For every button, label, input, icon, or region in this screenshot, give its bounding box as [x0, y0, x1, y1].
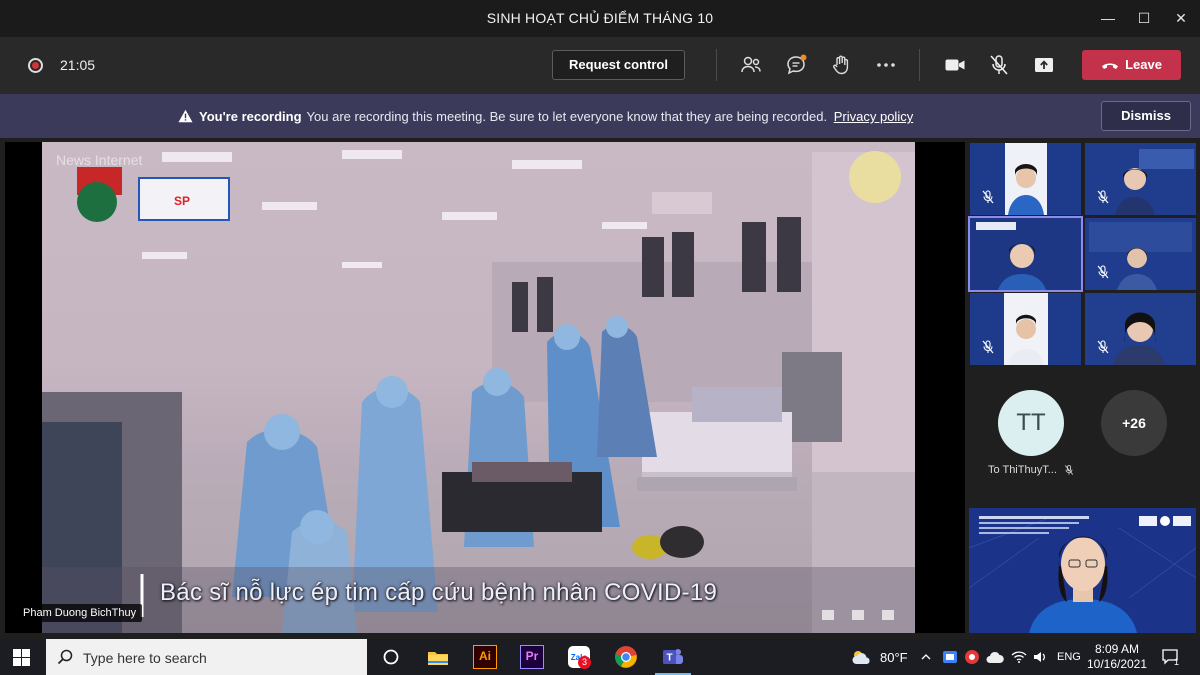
taskbar-search-box[interactable]: Type here to search — [46, 639, 367, 675]
windows-start-icon[interactable] — [13, 649, 30, 666]
request-control-button[interactable]: Request control — [552, 50, 685, 80]
mic-muted-icon[interactable] — [987, 53, 1011, 77]
teams-icon[interactable]: T — [661, 645, 685, 669]
participant-video — [970, 218, 1081, 290]
mic-muted-icon — [1097, 190, 1109, 204]
title-bar: SINH HOẠT CHỦ ĐIỂM THÁNG 10 — ☐ ✕ — [0, 0, 1200, 37]
mic-muted-icon — [1097, 265, 1109, 279]
meeting-toolbar: 21:05 Request control Leave — [0, 37, 1200, 94]
phone-hangup-icon — [1102, 63, 1119, 69]
volume-icon[interactable] — [1032, 649, 1048, 665]
tray-vpn-icon[interactable] — [964, 649, 980, 665]
share-screen-icon[interactable] — [1032, 53, 1056, 77]
input-language[interactable]: ENG — [1057, 651, 1081, 663]
participant-tile[interactable] — [970, 293, 1081, 365]
clock-time: 8:09 AM — [1094, 642, 1140, 656]
onedrive-icon[interactable] — [986, 650, 1004, 664]
hospital-scene-image: SP — [42, 142, 915, 633]
participant-avatar[interactable]: TT — [998, 390, 1064, 456]
tray-app-icon[interactable] — [942, 649, 958, 665]
participant-name-label: To ThiThuyT... — [988, 464, 1057, 476]
dismiss-button[interactable]: Dismiss — [1101, 101, 1191, 131]
participant-tile[interactable] — [1085, 218, 1196, 290]
participants-icon[interactable] — [739, 53, 763, 77]
participant-name: To ThiThuyT... — [988, 464, 1075, 476]
maximize-button[interactable]: ☐ — [1131, 6, 1157, 30]
task-view-icon[interactable] — [379, 645, 403, 669]
chrome-icon[interactable] — [614, 645, 638, 669]
mic-muted-icon — [1064, 465, 1073, 475]
participant-tile[interactable] — [1085, 143, 1196, 215]
wifi-icon[interactable] — [1011, 649, 1027, 665]
windows-taskbar: Type here to search Ai Pr Zalo 3 T 80°F … — [0, 639, 1200, 675]
self-view-video — [969, 508, 1196, 633]
leave-button[interactable]: Leave — [1082, 50, 1181, 80]
warning-icon — [178, 109, 193, 123]
svg-text:T: T — [666, 653, 672, 664]
leave-label: Leave — [1125, 57, 1162, 72]
recording-text: You are recording this meeting. Be sure … — [306, 109, 828, 124]
search-icon — [57, 649, 73, 665]
illustrator-icon[interactable]: Ai — [473, 645, 497, 669]
raise-hand-icon[interactable] — [829, 53, 853, 77]
meeting-timer: 21:05 — [60, 57, 96, 73]
more-participants-button[interactable]: +26 — [1101, 390, 1167, 456]
search-placeholder: Type here to search — [83, 650, 207, 666]
zalo-badge: 3 — [578, 656, 591, 669]
recording-banner: You're recording You are recording this m… — [0, 94, 1200, 138]
participant-tile[interactable] — [1085, 293, 1196, 365]
participant-tile[interactable] — [970, 143, 1081, 215]
premiere-icon[interactable]: Pr — [520, 645, 544, 669]
window-title: SINH HOẠT CHỦ ĐIỂM THÁNG 10 — [486, 10, 714, 26]
svg-text:SP: SP — [174, 194, 190, 208]
mic-muted-icon — [1097, 340, 1109, 354]
video-caption: Bác sĩ nỗ lực ép tim cấp cứu bệnh nhân C… — [160, 579, 718, 606]
recording-title: You're recording — [199, 109, 302, 124]
self-video — [969, 508, 1196, 633]
participant-tile-active[interactable] — [968, 216, 1083, 292]
notification-count: 1 — [1174, 657, 1180, 667]
more-icon[interactable] — [874, 53, 898, 77]
shared-video: SP News Internet Bác sĩ nỗ lực ép tim cấ… — [42, 142, 915, 633]
clock-date: 10/16/2021 — [1086, 657, 1148, 671]
chevron-up-icon[interactable] — [920, 651, 932, 663]
mic-muted-icon — [982, 340, 994, 354]
recording-icon — [28, 58, 43, 73]
toolbar-divider — [919, 49, 920, 81]
camera-icon[interactable] — [943, 53, 967, 77]
video-watermark: News Internet — [56, 152, 143, 168]
presenter-name-tag: Pham Duong BichThuy — [17, 604, 143, 622]
minimize-button[interactable]: — — [1095, 6, 1121, 30]
close-button[interactable]: ✕ — [1168, 6, 1194, 30]
toolbar-divider — [716, 49, 717, 81]
mic-muted-icon — [982, 190, 994, 204]
shared-video-stage: SP News Internet Bác sĩ nỗ lực ép tim cấ… — [5, 142, 965, 633]
system-clock[interactable]: 8:09 AM 10/16/2021 — [1085, 642, 1149, 672]
privacy-policy-link[interactable]: Privacy policy — [834, 109, 913, 124]
weather-temperature[interactable]: 80°F — [880, 650, 908, 665]
weather-icon[interactable] — [850, 649, 872, 665]
chat-icon[interactable] — [784, 53, 808, 77]
recording-message: You're recording You are recording this m… — [178, 109, 913, 124]
file-explorer-icon[interactable] — [426, 645, 450, 669]
